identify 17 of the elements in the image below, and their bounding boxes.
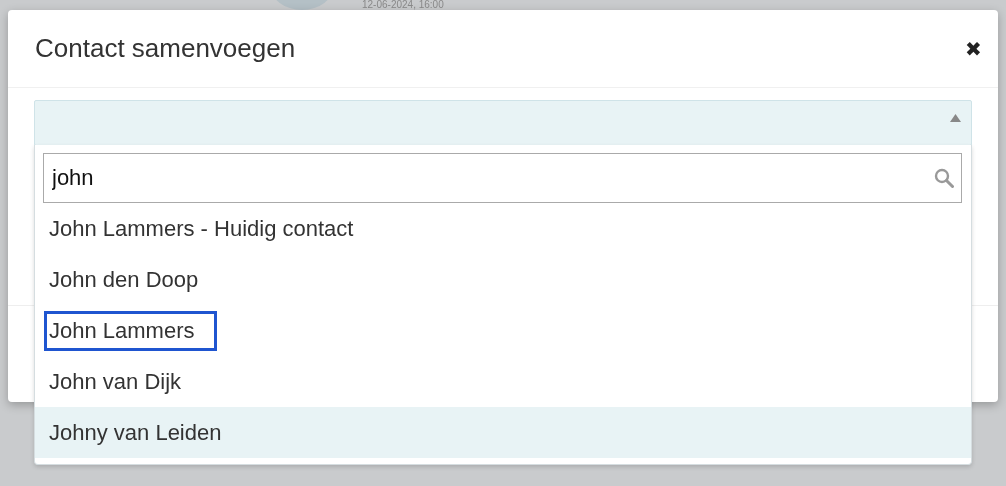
option-item[interactable]: Johny van Leiden bbox=[35, 407, 971, 458]
option-label: John den Doop bbox=[48, 265, 200, 294]
search-icon bbox=[934, 168, 954, 188]
option-item[interactable]: John Lammers bbox=[35, 305, 971, 356]
option-label: John van Dijk bbox=[48, 367, 183, 396]
search-field[interactable]: john bbox=[43, 153, 962, 203]
option-item[interactable]: John den Doop bbox=[35, 254, 971, 305]
option-label: John Lammers - Huidig contact bbox=[48, 214, 355, 243]
option-label: Johny van Leiden bbox=[48, 418, 223, 447]
contact-select[interactable] bbox=[34, 100, 972, 146]
caret-icon bbox=[950, 114, 961, 122]
timestamp: 12-06-2024, 16:00 bbox=[362, 0, 444, 10]
option-item[interactable]: John Lammers - Huidig contact bbox=[35, 203, 971, 254]
option-item[interactable]: John van Dijk bbox=[35, 356, 971, 407]
dialog-title: Contact samenvoegen bbox=[35, 33, 296, 64]
close-button[interactable]: ✖ bbox=[961, 32, 986, 65]
option-label: John Lammers bbox=[44, 310, 217, 351]
